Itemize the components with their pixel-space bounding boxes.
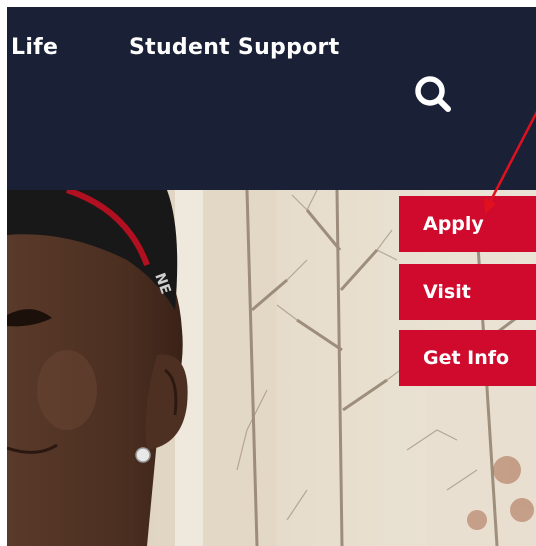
top-navigation-bar: Life Student Support xyxy=(7,7,536,190)
visit-button[interactable]: Visit xyxy=(399,264,536,320)
page-frame: Life Student Support NE Apply Visit Get … xyxy=(7,7,536,546)
get-info-button[interactable]: Get Info xyxy=(399,330,536,386)
nav-item-life[interactable]: Life xyxy=(11,35,58,60)
nav-item-student-support[interactable]: Student Support xyxy=(129,35,340,60)
apply-button[interactable]: Apply xyxy=(399,196,536,252)
search-icon xyxy=(415,76,451,112)
search-button[interactable] xyxy=(410,71,456,117)
